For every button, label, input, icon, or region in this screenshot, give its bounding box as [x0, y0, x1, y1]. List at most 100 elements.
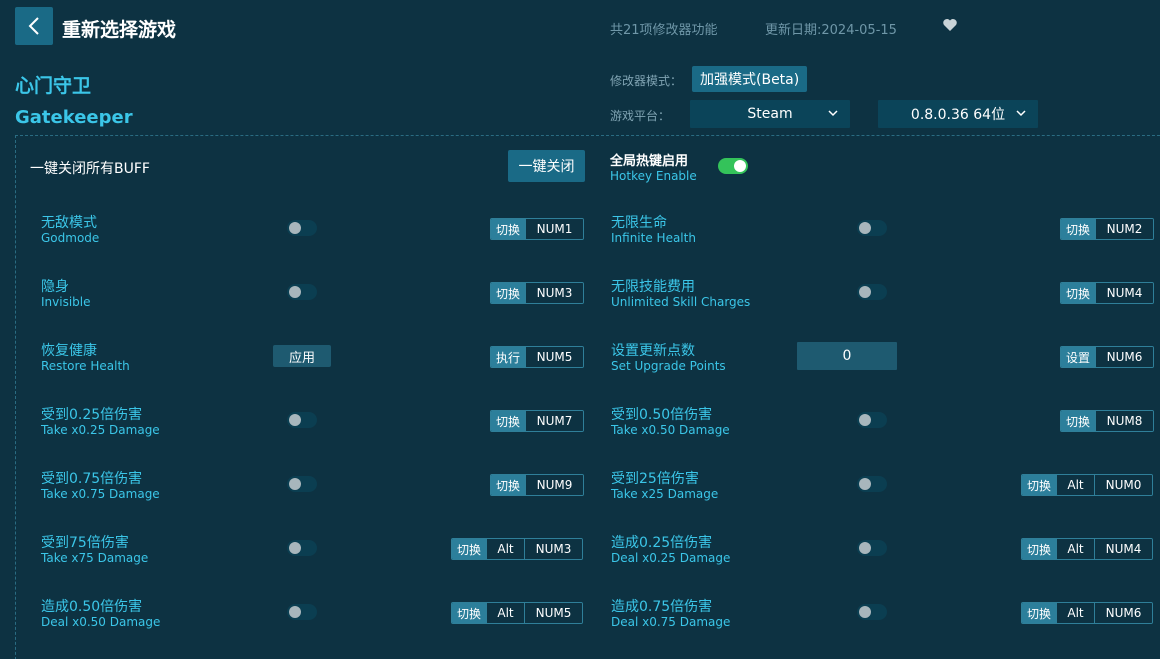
page-title: 重新选择游戏	[62, 19, 177, 41]
option-toggle[interactable]	[287, 604, 317, 620]
hotkey-key: NUM4	[1094, 539, 1153, 559]
option-label-en: Restore Health	[41, 359, 130, 373]
hotkey-key: NUM6	[1094, 603, 1153, 623]
hotkey-key: Alt	[1056, 475, 1095, 495]
hotkey-key: NUM1	[525, 219, 584, 239]
option-label-en: Set Upgrade Points	[611, 359, 726, 373]
option-toggle[interactable]	[287, 220, 317, 236]
option-toggle[interactable]	[857, 604, 887, 620]
option-label-cn: 造成0.25倍伤害	[611, 535, 713, 551]
toggle-knob	[859, 414, 871, 426]
option-toggle[interactable]	[857, 220, 887, 236]
hotkey-group[interactable]: 切换 NUM8	[1060, 410, 1155, 432]
hotkey-key: NUM7	[525, 411, 584, 431]
hotkey-group[interactable]: 切换 NUM2	[1060, 218, 1155, 240]
back-button[interactable]	[15, 7, 53, 45]
option-label-en: Infinite Health	[611, 231, 696, 245]
option-toggle[interactable]	[857, 284, 887, 300]
hotkey-group[interactable]: 切换 Alt NUM4	[1021, 538, 1154, 560]
option-toggle[interactable]	[287, 476, 317, 492]
hotkey-action: 切换	[491, 219, 526, 239]
option-toggle[interactable]	[287, 540, 317, 556]
mode-button[interactable]: 加强模式(Beta)	[692, 66, 808, 92]
hotkey-action: 切换	[452, 603, 487, 623]
heart-icon[interactable]	[942, 17, 958, 33]
option-label-cn: 受到0.75倍伤害	[41, 471, 143, 487]
hotkey-action: 切换	[452, 539, 487, 559]
option-label-en: Godmode	[41, 231, 100, 245]
upgrade-points-input[interactable]	[797, 342, 897, 370]
platform-label: 游戏平台：	[610, 109, 671, 123]
option-label-cn: 恢复健康	[41, 343, 97, 359]
hotkey-key: NUM3	[525, 283, 584, 303]
hotkey-action: 切换	[1022, 539, 1057, 559]
platform-select[interactable]: Steam	[690, 100, 850, 128]
hotkey-key: Alt	[1056, 603, 1095, 623]
hotkey-key: Alt	[1056, 539, 1095, 559]
hotkey-group[interactable]: 切换 NUM3	[490, 282, 585, 304]
option-label-en: Take x0.50 Damage	[611, 423, 730, 437]
option-label-cn: 无限技能费用	[611, 279, 695, 295]
game-name-cn: 心门守卫	[15, 75, 92, 97]
option-toggle[interactable]	[287, 284, 317, 300]
toggle-knob	[734, 160, 746, 172]
hotkey-action: 切换	[491, 283, 526, 303]
toggle-knob	[289, 606, 301, 618]
hotkey-key: NUM9	[525, 475, 584, 495]
toggle-knob	[289, 542, 301, 554]
option-label-en: Take x0.25 Damage	[41, 423, 160, 437]
hotkey-key: NUM3	[524, 539, 583, 559]
option-toggle[interactable]	[857, 540, 887, 556]
toggle-knob	[289, 414, 301, 426]
hotkey-key: NUM5	[525, 347, 584, 367]
hotkey-group[interactable]: 执行 NUM5	[490, 346, 585, 368]
option-toggle[interactable]	[857, 476, 887, 492]
option-label-en: Deal x0.75 Damage	[611, 615, 731, 629]
hotkey-group[interactable]: 切换 Alt NUM5	[451, 602, 584, 624]
hotkey-action: 切换	[1061, 411, 1096, 431]
option-label-cn: 受到0.25倍伤害	[41, 407, 143, 423]
option-label-cn: 受到75倍伤害	[41, 535, 129, 551]
hotkey-group[interactable]: 切换 Alt NUM3	[451, 538, 584, 560]
hotkey-label-en: Hotkey Enable	[610, 169, 697, 183]
option-label-en: Take x0.75 Damage	[41, 487, 160, 501]
toggle-knob	[289, 222, 301, 234]
hotkey-action: 切换	[491, 475, 526, 495]
hotkey-toggle[interactable]	[718, 158, 748, 174]
hotkey-group[interactable]: 切换 NUM4	[1060, 282, 1155, 304]
hotkey-key: NUM6	[1095, 347, 1154, 367]
hotkey-group[interactable]: 设置 NUM6	[1060, 346, 1155, 368]
hotkey-group[interactable]: 切换 Alt NUM0	[1021, 474, 1154, 496]
close-all-button[interactable]: 一键关闭	[508, 150, 585, 182]
hotkey-key: Alt	[486, 539, 525, 559]
chevron-down-icon	[828, 110, 838, 117]
hotkey-key: NUM0	[1094, 475, 1153, 495]
hotkey-group[interactable]: 切换 NUM9	[490, 474, 585, 496]
version-select[interactable]: 0.8.0.36 64位	[878, 100, 1038, 128]
hotkey-label-cn: 全局热键启用	[610, 154, 689, 169]
option-label-cn: 造成0.50倍伤害	[41, 599, 143, 615]
option-label-cn: 设置更新点数	[611, 343, 695, 359]
hotkey-group[interactable]: 切换 Alt NUM6	[1021, 602, 1154, 624]
toggle-knob	[289, 286, 301, 298]
option-label-en: Invisible	[41, 295, 91, 309]
hotkey-group[interactable]: 切换 NUM1	[490, 218, 585, 240]
hotkey-group[interactable]: 切换 NUM7	[490, 410, 585, 432]
toggle-knob	[289, 478, 301, 490]
option-label-en: Deal x0.50 Damage	[41, 615, 161, 629]
update-date: 更新日期:2024-05-15	[765, 23, 897, 38]
option-label-cn: 受到25倍伤害	[611, 471, 699, 487]
chevron-down-icon	[1016, 110, 1026, 117]
toggle-knob	[859, 222, 871, 234]
hotkey-action: 执行	[491, 347, 526, 367]
hotkey-action: 设置	[1061, 347, 1096, 367]
hotkey-key: NUM4	[1095, 283, 1154, 303]
apply-button[interactable]: 应用	[273, 345, 331, 367]
option-label-en: Take x75 Damage	[41, 551, 149, 565]
option-label-cn: 造成0.75倍伤害	[611, 599, 713, 615]
option-toggle[interactable]	[287, 412, 317, 428]
option-label-en: Take x25 Damage	[611, 487, 719, 501]
close-all-buff-label: 一键关闭所有BUFF	[30, 161, 150, 177]
option-toggle[interactable]	[857, 412, 887, 428]
features-count: 共21项修改器功能	[610, 23, 718, 38]
